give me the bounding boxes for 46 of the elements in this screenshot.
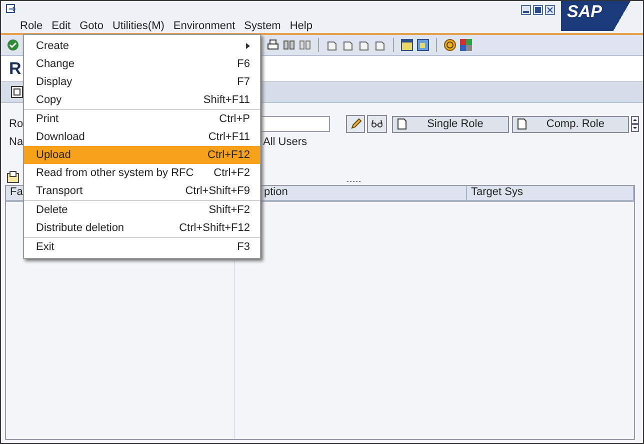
menu-option[interactable]: Delete Shift+F2 [24, 201, 260, 219]
column-header: Target Sys [467, 186, 634, 200]
enter-icon[interactable] [7, 39, 19, 51]
pencil-button[interactable] [346, 115, 366, 133]
menu-item[interactable]: Help [290, 20, 312, 32]
print-icon[interactable] [267, 39, 279, 51]
page-icon[interactable] [326, 39, 338, 51]
splitter-handle[interactable] [347, 180, 361, 183]
menu-item[interactable]: Role [20, 20, 43, 32]
pencil-icon [350, 118, 362, 130]
role-button[interactable]: Comp. Role [512, 116, 630, 132]
menu-item[interactable]: Environment [173, 20, 236, 32]
menu-option[interactable]: Distribute deletion Ctrl+Shift+F12 [24, 219, 260, 237]
maximize-icon[interactable] [533, 5, 543, 15]
menu-option[interactable]: Display F7 [24, 73, 260, 91]
page-icon [396, 118, 407, 130]
option-label: All Users [263, 136, 308, 148]
menu-option[interactable]: Change F6 [24, 55, 260, 73]
glasses-icon [370, 118, 383, 130]
page-icon[interactable] [342, 39, 354, 51]
glasses-button[interactable] [367, 115, 387, 133]
minimize-icon[interactable] [521, 5, 531, 15]
menu-option[interactable]: Print Ctrl+P [24, 110, 260, 128]
menu-option[interactable]: Copy Shift+F11 [24, 91, 260, 109]
page-icon[interactable] [374, 39, 386, 51]
menu-option[interactable]: Exit F3 [24, 238, 260, 256]
window-icon[interactable] [401, 39, 413, 51]
scroll-down-icon[interactable] [631, 124, 640, 132]
role-button[interactable]: Single Role [392, 116, 509, 132]
page-icon[interactable] [358, 39, 370, 51]
field-label: Na [8, 136, 24, 148]
menu-item[interactable]: System [244, 20, 281, 32]
scroll-up-icon[interactable] [631, 116, 640, 124]
page-icon [516, 118, 527, 130]
menu-option[interactable]: Read from other system by RFC Ctrl+F2 [24, 164, 260, 182]
open-folder-icon[interactable] [7, 171, 19, 183]
close-icon[interactable] [545, 5, 555, 15]
menu-option[interactable]: Upload Ctrl+F12 [24, 146, 260, 164]
window-icon[interactable] [6, 4, 16, 14]
screen-title: R [9, 58, 22, 78]
menu-item[interactable]: Goto [80, 20, 104, 32]
menu-item[interactable]: Edit [52, 20, 71, 32]
menu-option[interactable]: Download Ctrl+F11 [24, 128, 260, 146]
menu-item[interactable]: Utilities(M) [112, 20, 164, 32]
field-label: Ro [8, 118, 24, 130]
window-icon[interactable] [417, 39, 429, 51]
